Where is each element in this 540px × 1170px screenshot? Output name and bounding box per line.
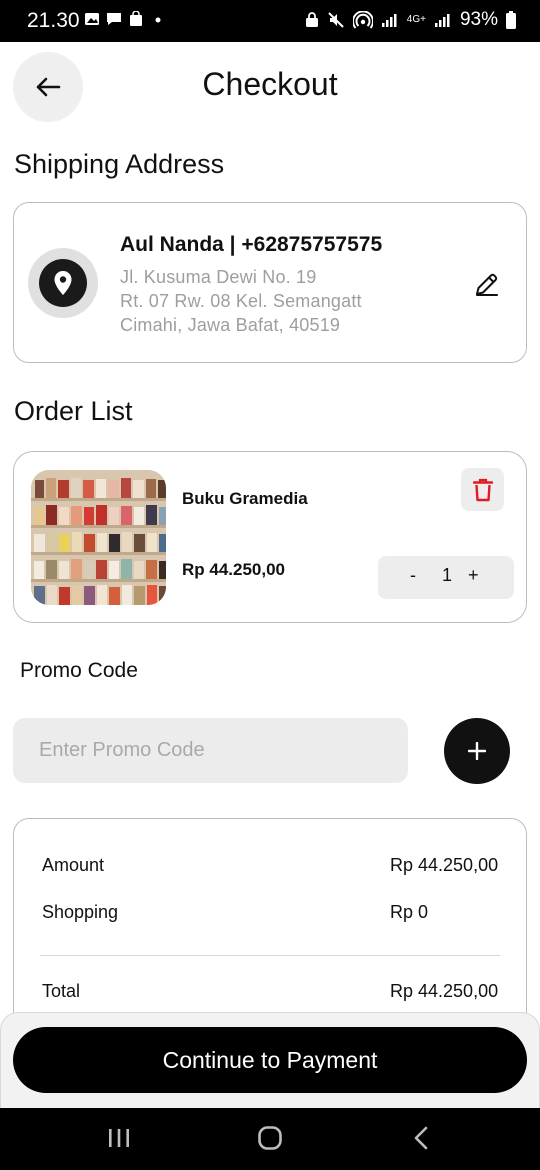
amount-value: Rp 44.250,00	[390, 855, 499, 875]
delete-item-button[interactable]	[461, 468, 504, 511]
trash-icon	[472, 478, 493, 501]
total-label: Total	[42, 981, 81, 1001]
status-time: 21.30	[27, 9, 80, 32]
system-back-icon[interactable]	[412, 1125, 430, 1151]
shop-icon	[130, 11, 142, 26]
location-icon-badge	[28, 248, 98, 318]
increase-quantity-button[interactable]: +	[468, 565, 479, 586]
gallery-icon	[85, 13, 99, 25]
shipping-cost-label: Shopping	[42, 902, 119, 922]
signal-icon	[381, 14, 397, 27]
summary-divider	[40, 955, 500, 956]
promo-code-input[interactable]	[13, 718, 408, 783]
product-image	[31, 470, 166, 605]
battery-percent: 93%	[459, 9, 498, 30]
recent-apps-icon[interactable]	[107, 1126, 131, 1150]
page-title: Checkout	[202, 66, 338, 102]
address-card[interactable]: Aul Nanda | +62875757575 Jl. Kusuma Dewi…	[13, 202, 527, 363]
mute-icon	[328, 12, 344, 28]
message-icon	[107, 13, 121, 25]
continue-to-payment-button[interactable]: Continue to Payment	[13, 1027, 527, 1093]
shipping-cost-value: Rp 0	[390, 902, 429, 922]
amount-label: Amount	[42, 855, 105, 875]
total-value: Rp 44.250,00	[390, 981, 499, 1001]
quantity-value: 1	[441, 565, 452, 585]
decrease-quantity-button[interactable]: -	[410, 565, 416, 586]
apply-promo-button[interactable]	[444, 718, 510, 784]
address-line-1: Jl. Kusuma Dewi No. 19	[120, 267, 317, 287]
address-line-3: Cimahi, Jawa Bafat, 40519	[120, 315, 341, 335]
order-item-card: Buku Gramedia Rp 44.250,00 - 1 +	[13, 451, 527, 623]
plus-icon	[468, 742, 486, 760]
location-pin-icon	[54, 271, 72, 295]
battery-icon	[506, 11, 516, 29]
quantity-stepper: - 1 +	[378, 556, 514, 599]
network-type: 4G+	[406, 14, 426, 25]
address-line-2: Rt. 07 Rw. 08 Kel. Semangatt	[120, 291, 362, 311]
status-notification-icons	[84, 11, 166, 27]
order-list-title: Order List	[14, 396, 133, 426]
pencil-icon[interactable]	[474, 271, 500, 297]
promo-code-label: Promo Code	[20, 659, 138, 682]
status-bar: 21.30 4G+ 93%	[0, 0, 540, 42]
recipient-name-phone: Aul Nanda | +62875757575	[120, 233, 383, 256]
product-price: Rp 44.250,00	[182, 560, 286, 579]
home-icon[interactable]	[257, 1125, 283, 1151]
shipping-address-title: Shipping Address	[14, 149, 225, 179]
hotspot-icon	[352, 11, 373, 29]
lock-icon	[305, 12, 318, 27]
system-nav-bar	[0, 1108, 540, 1170]
dot-icon	[155, 17, 161, 23]
product-name: Buku Gramedia	[182, 489, 308, 508]
signal-icon-2	[434, 14, 450, 27]
status-system-icons: 4G+ 93%	[305, 9, 516, 31]
